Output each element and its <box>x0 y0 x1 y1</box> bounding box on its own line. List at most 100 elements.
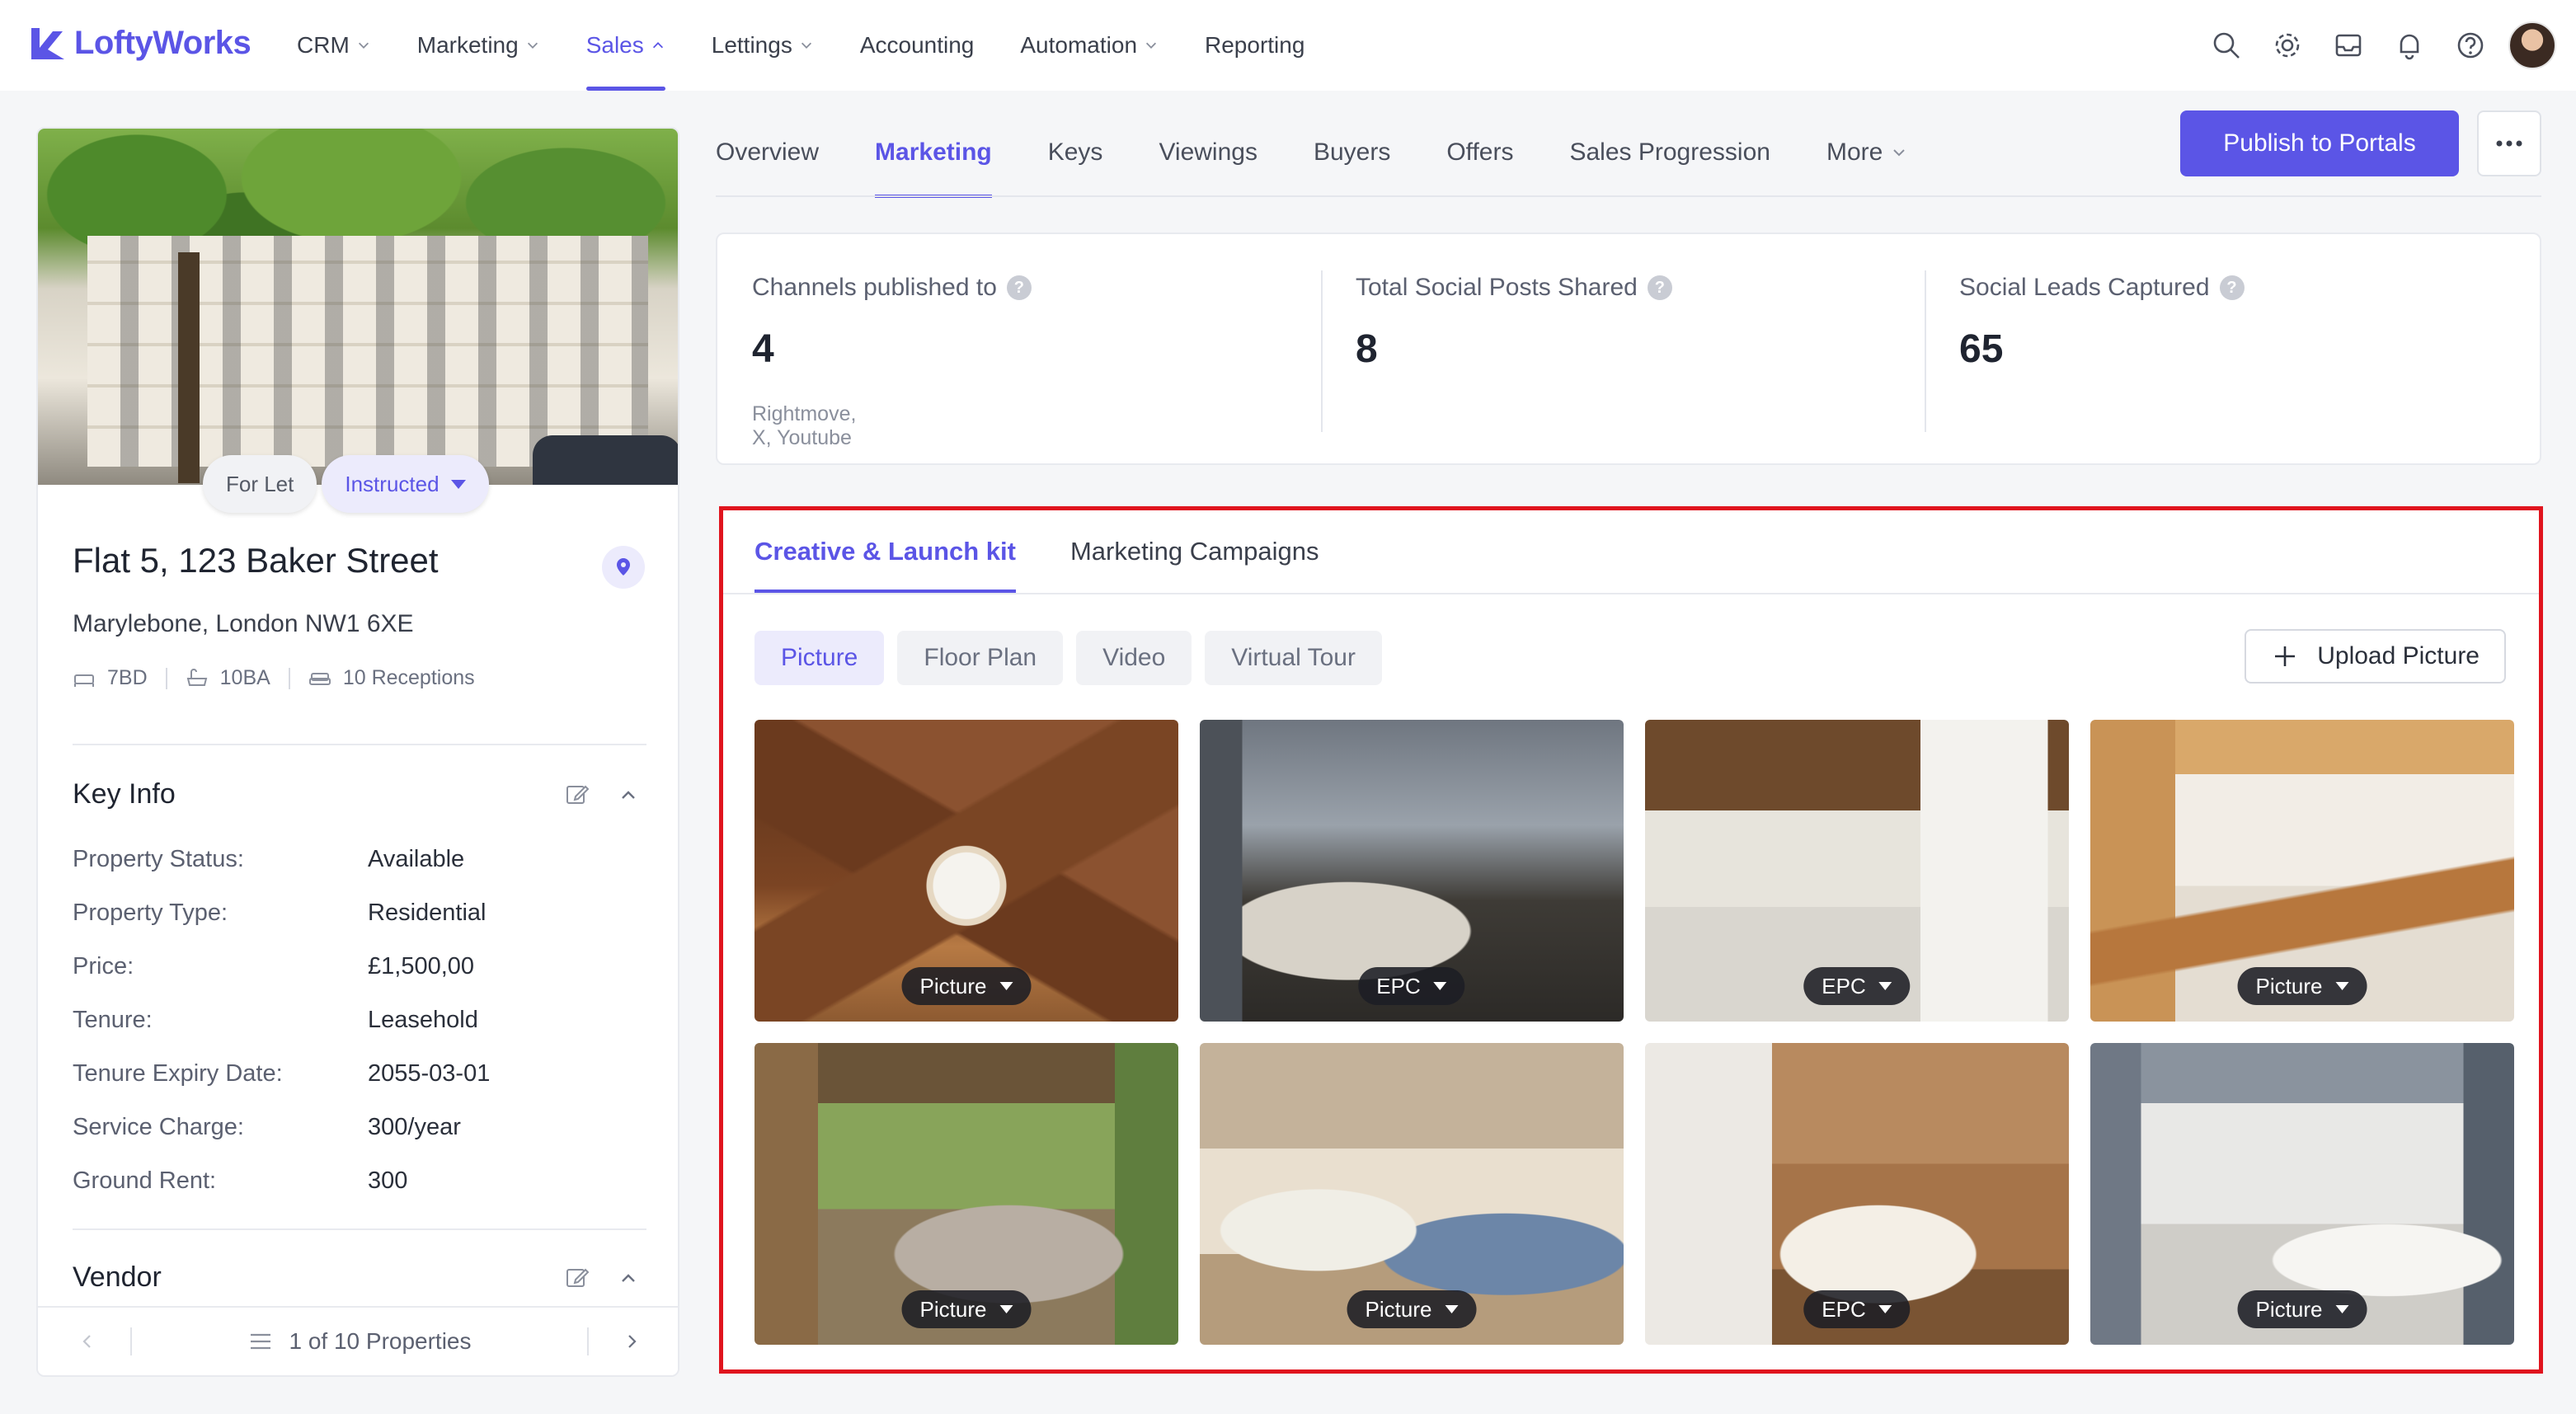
logo[interactable]: LoftyWorks <box>28 23 251 63</box>
pager-text: 1 of 10 Properties <box>289 1328 472 1354</box>
photo-type-label: Picture <box>919 973 987 998</box>
photo-type-label: Picture <box>1365 1296 1432 1322</box>
photo-type-dropdown[interactable]: EPC <box>1803 1290 1911 1328</box>
key-info-label: Service Charge: <box>73 1114 244 1140</box>
tab-marketing-campaigns[interactable]: Marketing Campaigns <box>1070 510 1319 593</box>
photo-type-dropdown[interactable]: EPC <box>1803 967 1911 1005</box>
upload-picture-button[interactable]: Upload Picture <box>2245 629 2506 684</box>
next-property-button[interactable] <box>615 1325 648 1358</box>
bath-icon <box>186 668 207 686</box>
filter-video[interactable]: Video <box>1076 631 1192 685</box>
inbox-button[interactable] <box>2325 22 2372 68</box>
tab-marketing[interactable]: Marketing <box>875 107 992 198</box>
photo-type-label: Picture <box>919 1296 987 1322</box>
photo-card[interactable]: Picture <box>754 1043 1178 1345</box>
divider <box>73 744 646 745</box>
property-summary-card: For Let Instructed Flat 5, 123 Baker Str… <box>36 127 679 1377</box>
stat-value: 8 <box>1356 327 1378 371</box>
photo-card[interactable]: Picture <box>2090 720 2514 1022</box>
photo-type-dropdown[interactable]: Picture <box>901 967 1032 1005</box>
tab-creative-launch-kit[interactable]: Creative & Launch kit <box>754 510 1016 593</box>
photo-card[interactable]: Picture <box>754 720 1178 1022</box>
divider <box>165 667 167 689</box>
chevron-up-icon[interactable] <box>615 782 642 808</box>
photo-type-dropdown[interactable]: Picture <box>2237 1290 2367 1328</box>
photo-card[interactable]: Picture <box>2090 1043 2514 1345</box>
more-actions-button[interactable] <box>2477 110 2541 176</box>
help-icon[interactable]: ? <box>1647 275 1672 300</box>
caret-down-icon <box>1878 982 1892 990</box>
gear-icon <box>2275 33 2300 58</box>
key-info-row: Property Type: Residential <box>73 900 486 927</box>
nav-item-automation[interactable]: Automation <box>1020 0 1159 91</box>
tab-keys[interactable]: Keys <box>1048 107 1103 198</box>
edit-icon[interactable] <box>564 782 590 808</box>
key-info-label: Ground Rent: <box>73 1167 217 1194</box>
stat-label: Channels published to ? <box>752 274 1032 302</box>
caret-down-icon <box>1445 1305 1459 1313</box>
filter-floor-plan[interactable]: Floor Plan <box>897 631 1064 685</box>
key-info-row: Service Charge: 300/year <box>73 1114 461 1141</box>
search-icon <box>2213 32 2240 59</box>
photo-type-dropdown[interactable]: EPC <box>1358 967 1465 1005</box>
status-dropdown[interactable]: Instructed <box>322 455 489 513</box>
search-button[interactable] <box>2203 22 2249 68</box>
help-icon[interactable]: ? <box>1006 275 1032 300</box>
tab-offers[interactable]: Offers <box>1446 107 1513 198</box>
photo-type-dropdown[interactable]: Picture <box>901 1290 1032 1328</box>
photo-card[interactable]: Picture <box>1200 1043 1624 1345</box>
property-list-toggle[interactable]: 1 of 10 Properties <box>132 1328 587 1355</box>
key-info-value: 2055-03-01 <box>368 1060 491 1087</box>
avatar[interactable] <box>2508 21 2556 69</box>
list-icon <box>251 1333 271 1350</box>
tab-buyers[interactable]: Buyers <box>1314 107 1390 198</box>
photo-type-dropdown[interactable]: Picture <box>1347 1290 1477 1328</box>
edit-icon[interactable] <box>564 1265 590 1291</box>
stat-label: Total Social Posts Shared ? <box>1356 274 1672 302</box>
tab-viewings[interactable]: Viewings <box>1159 107 1257 198</box>
location-button[interactable] <box>602 546 645 589</box>
receptions-feature: 10 Receptions <box>308 666 475 690</box>
nav-item-lettings[interactable]: Lettings <box>712 0 814 91</box>
chevron-down-icon <box>527 42 538 49</box>
settings-button[interactable] <box>2264 22 2310 68</box>
tab-more[interactable]: More <box>1826 107 1907 198</box>
key-info-value: Available <box>368 846 465 872</box>
nav-item-marketing[interactable]: Marketing <box>417 0 540 91</box>
listing-type-pill: For Let <box>203 455 317 513</box>
photo-type-label: EPC <box>1376 973 1421 998</box>
photo-card[interactable]: EPC <box>1200 720 1624 1022</box>
publish-to-portals-button[interactable]: Publish to Portals <box>2180 110 2459 176</box>
key-info-tools <box>539 782 642 808</box>
property-address: Marylebone, London NW1 6XE <box>73 610 414 637</box>
property-photo[interactable] <box>38 129 678 485</box>
filter-virtual-tour[interactable]: Virtual Tour <box>1205 631 1382 685</box>
key-info-row: Ground Rent: 300 <box>73 1167 407 1195</box>
chevron-up-icon[interactable] <box>615 1265 642 1291</box>
photo-card[interactable]: EPC <box>1645 720 2069 1022</box>
photo-type-label: EPC <box>1822 1296 1866 1322</box>
notifications-button[interactable] <box>2386 22 2433 68</box>
inbox-icon <box>2335 34 2362 57</box>
photo-card[interactable]: EPC <box>1645 1043 2069 1345</box>
nav-item-label: Accounting <box>859 32 975 58</box>
nav-item-reporting[interactable]: Reporting <box>1205 0 1304 91</box>
caret-down-icon <box>2335 1305 2349 1313</box>
filter-picture[interactable]: Picture <box>754 631 885 685</box>
tab-overview[interactable]: Overview <box>716 107 819 198</box>
help-button[interactable] <box>2447 22 2494 68</box>
tab-sales-progression[interactable]: Sales Progression <box>1569 107 1770 198</box>
nav-item-sales[interactable]: Sales <box>585 0 665 91</box>
photo-type-dropdown[interactable]: Picture <box>2237 967 2367 1005</box>
listing-type-label: For Let <box>226 471 294 496</box>
nav-item-accounting[interactable]: Accounting <box>860 0 975 91</box>
previous-property-button[interactable] <box>71 1325 104 1358</box>
nav-item-label: CRM <box>297 32 350 58</box>
nav-item-crm[interactable]: CRM <box>297 0 371 91</box>
help-icon[interactable]: ? <box>2219 275 2245 300</box>
key-info-value: 300 <box>368 1167 408 1194</box>
tabs-divider <box>716 195 2541 197</box>
chevron-right-icon <box>628 1335 637 1348</box>
hero-trunk <box>178 252 200 483</box>
key-info-row: Price: £1,500,00 <box>73 953 474 980</box>
